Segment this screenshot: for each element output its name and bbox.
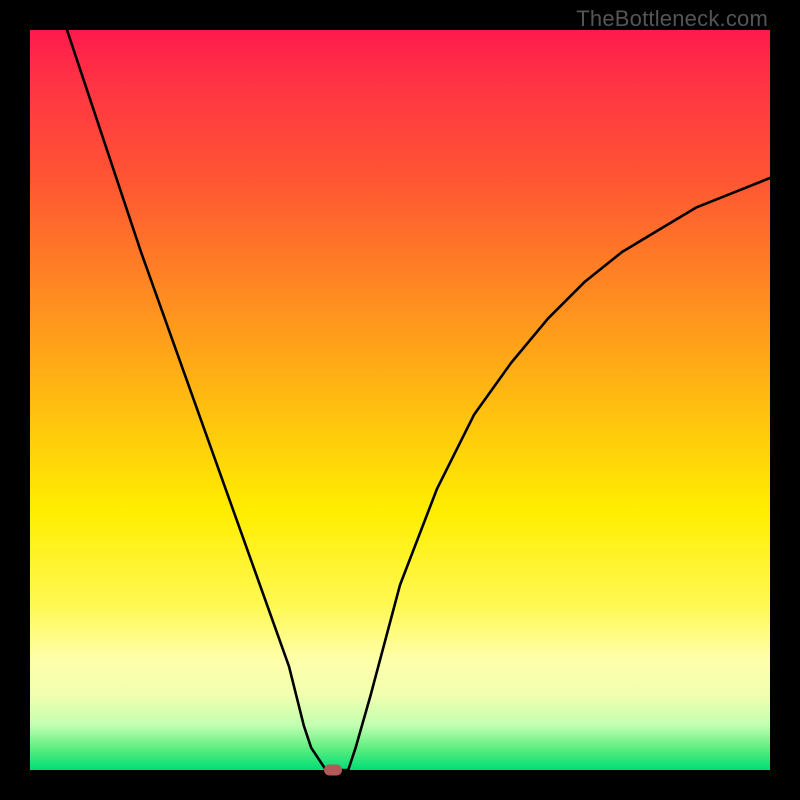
chart-root: TheBottleneck.com [0, 0, 800, 800]
chart-background-gradient [30, 30, 770, 770]
watermark-text: TheBottleneck.com [576, 6, 768, 32]
optimum-marker [324, 765, 342, 776]
